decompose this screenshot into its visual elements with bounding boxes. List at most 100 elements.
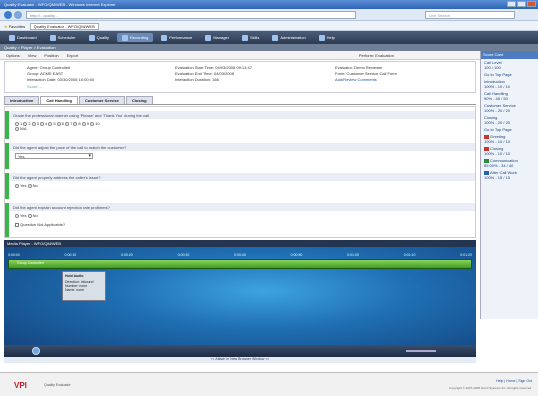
question-3: Did the agent properly address the calle… <box>5 173 475 199</box>
eval-end: Evaluation End Time: 04/03/2008 <box>175 71 234 76</box>
rating-radio[interactable] <box>15 121 19 126</box>
nav-tab-performance[interactable]: Performance <box>156 33 197 42</box>
score-card-item[interactable]: Call Handling 90% - 45 / 50 <box>481 90 538 102</box>
nav-tab-recording[interactable]: Recording <box>117 33 154 42</box>
forward-icon[interactable] <box>14 11 22 19</box>
na-checkbox-row: Question Not Applicable? <box>9 220 475 229</box>
score-card-item[interactable]: Call Level 100 / 100 <box>481 59 538 71</box>
nav-tab-administration[interactable]: Administration <box>267 33 310 42</box>
yes-no-label: Yes <box>20 183 28 188</box>
back-icon[interactable] <box>4 11 12 19</box>
minimize-button[interactable] <box>507 1 516 7</box>
copyright: Copyright © 2007-2008 Verint Systems Inc… <box>448 386 532 390</box>
score-card-panel: Score Card Call Level 100 / 100 Go to Top … <box>480 51 538 319</box>
tab-closing[interactable]: Closing <box>125 96 153 104</box>
group-label: Group: ACME EAST <box>27 71 64 76</box>
score-card-item[interactable]: Closing 100% - 20 / 20 <box>481 114 538 126</box>
footer-links[interactable]: Help | Home | Sign Out <box>496 379 532 383</box>
volume-slider[interactable] <box>406 350 436 352</box>
vpi-logo: VPI <box>14 381 27 390</box>
maximize-button[interactable] <box>517 1 526 7</box>
score-card-value: 100% - 10 / 10 <box>484 139 511 144</box>
score-card-item[interactable]: Closing 100% - 10 / 10 <box>481 145 538 157</box>
rating-radio[interactable] <box>90 121 95 126</box>
score-card-item[interactable]: Introduction 100% - 10 / 10 <box>481 78 538 90</box>
question-2-body: Yes <box>9 151 475 161</box>
favorites-star-icon[interactable]: ★ <box>4 24 8 29</box>
score-card-item[interactable]: After Call Work 100% - 15 / 15 <box>481 169 538 181</box>
tab-customer-service[interactable]: Customer Service <box>78 96 125 104</box>
rating-radio[interactable] <box>40 121 45 126</box>
address-bar: http://...quality... Live Search <box>0 9 538 21</box>
tab-introduction[interactable]: Introduction <box>4 96 40 104</box>
nav-tab-manager[interactable]: Manager <box>200 33 234 42</box>
audio-waveform[interactable]: Group Controlled <box>8 259 472 269</box>
na-checkbox[interactable] <box>15 222 19 227</box>
search-input[interactable]: Live Search <box>425 11 515 19</box>
nav-tab-icon <box>9 34 15 41</box>
toolbar-options[interactable]: Options <box>6 53 20 58</box>
rating-radio[interactable] <box>48 121 53 126</box>
evaluation-info: Agent: Group Controlled Group: ACME EAST… <box>4 61 476 93</box>
favorites-bar: ★ Favorites Quality Evaluator - WFO/QM/W… <box>0 21 538 31</box>
interaction-duration: Interaction Duration: 166 <box>175 77 219 82</box>
toolbar-view[interactable]: View <box>28 53 37 58</box>
score-card-item[interactable]: Go to Top Page <box>481 126 538 133</box>
nav-tab-scheduler[interactable]: Scheduler <box>45 33 81 42</box>
tab-call-handling[interactable]: Call Handling <box>40 96 78 104</box>
score-card-value: 100% - 10 / 10 <box>484 151 511 156</box>
form-picker[interactable]: Perform: Evaluation <box>359 53 394 58</box>
nav-tab-label: Quality <box>96 35 110 40</box>
rating-radio[interactable] <box>31 121 36 126</box>
rating-radio[interactable] <box>56 121 61 126</box>
nav-tab-label: Scheduler <box>57 35 76 40</box>
pace-select[interactable]: Yes <box>15 153 93 159</box>
score-card-item[interactable]: Customer Service 100% - 20 / 20 <box>481 102 538 114</box>
play-button[interactable] <box>32 347 40 355</box>
nav-tab-label: Manager <box>213 35 229 40</box>
yes-no-options: Yes No <box>9 211 475 220</box>
window-controls <box>507 1 536 7</box>
score-card-item[interactable]: Go to Top Page <box>481 71 538 78</box>
na-radio[interactable] <box>15 126 19 131</box>
window-titlebar: Quality Evaluator - WFO/QM/WEB - Windows… <box>0 0 538 9</box>
url-input[interactable]: http://...quality... <box>26 11 356 19</box>
rating-radio[interactable] <box>73 121 78 126</box>
player-controls <box>4 345 476 357</box>
questions-area: Grade the professional manner using 'Ple… <box>4 106 476 238</box>
score-card-value: 100% - 20 / 20 <box>484 108 511 113</box>
score-card-item[interactable]: Greeting 100% - 10 / 10 <box>481 133 538 145</box>
window-title: Quality Evaluator - WFO/QM/WEB - Windows… <box>4 2 116 7</box>
yes-no-label: No <box>32 183 38 188</box>
toolbar-position[interactable]: Position <box>44 53 58 58</box>
score-card-value: 85.00% - 34 / 40 <box>484 163 514 168</box>
score-card-header: Score Card <box>481 51 538 59</box>
nav-tab-label: Recording <box>130 35 149 40</box>
yes-no-radio[interactable] <box>15 213 19 218</box>
nav-tab-icon <box>161 34 168 41</box>
score-label: Score: -- <box>27 84 43 89</box>
yes-no-radio[interactable] <box>27 213 32 218</box>
score-card-item[interactable]: Communication 85.00% - 34 / 40 <box>481 157 538 169</box>
nav-tab-label: Administration <box>280 35 306 40</box>
nav-tab-icon <box>318 34 325 41</box>
rating-radio[interactable] <box>81 121 86 126</box>
nav-tab-quality[interactable]: Quality <box>84 33 114 42</box>
rating-radio[interactable] <box>65 121 70 126</box>
browser-tab[interactable]: Quality Evaluator - WFO/QM/WEB <box>29 23 99 30</box>
toolbar-export[interactable]: Export <box>67 53 79 58</box>
add-comments-link[interactable]: Add/Review Comments <box>335 77 377 82</box>
detach-player-link[interactable]: << Attach In New Browser Window >> <box>4 357 476 363</box>
question-text: Did the agent properly address the calle… <box>9 173 475 181</box>
nav-tab-icon <box>49 34 56 41</box>
nav-tab-skills[interactable]: Skills <box>237 33 264 42</box>
section-tabs: Introduction Call Handling Customer Servic… <box>4 96 476 105</box>
eval-start: Evaluation Start Time: 04/03/2008 09:13:… <box>175 65 252 70</box>
nav-tab-dashboard[interactable]: Dashboard <box>4 33 42 42</box>
close-button[interactable] <box>527 1 536 7</box>
nav-tab-help[interactable]: Help <box>314 33 340 42</box>
favorites-label[interactable]: Favorites <box>9 24 25 29</box>
yes-no-radio[interactable] <box>27 183 32 188</box>
yes-no-radio[interactable] <box>15 183 19 188</box>
score-card-label: Go to Top Page <box>484 72 512 77</box>
